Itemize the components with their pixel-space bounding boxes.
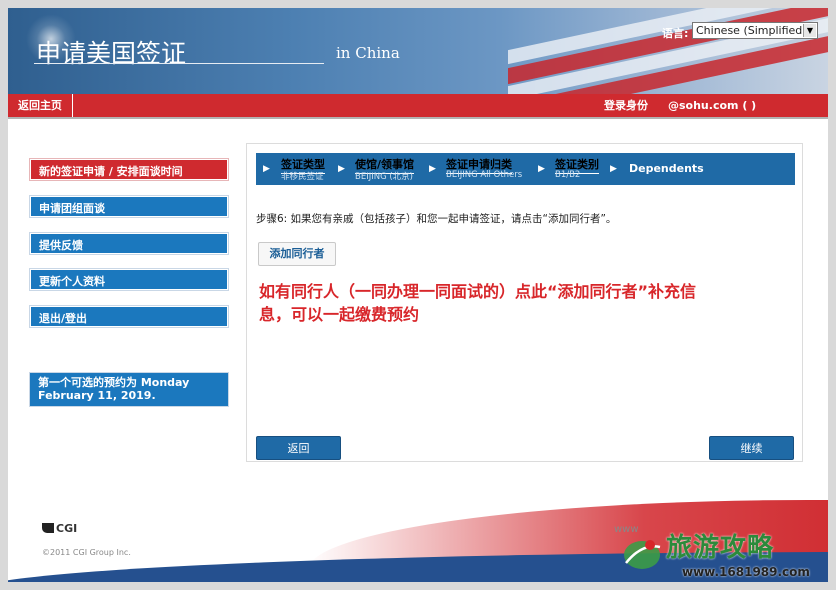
back-button[interactable]: 返回 <box>256 436 341 460</box>
page-frame: 申请美国签证 in China 语言: Chinese (Simplified)… <box>8 8 828 582</box>
sidebar-item-group-interview[interactable]: 申请团组面谈 <box>30 196 228 217</box>
watermark: 旅游攻略 www.1681989.com <box>618 525 828 582</box>
language-selected-value: Chinese (Simplified) <box>696 24 807 37</box>
step-progress-bar: ▶ 签证类型 非移民签证 ▶ 使馆/领事馆 BEIJING (北京) ▶ 签证申… <box>256 153 795 185</box>
chevron-right-icon: ▶ <box>610 164 617 174</box>
language-label: 语言: <box>662 27 689 40</box>
sidebar-item-update-profile[interactable]: 更新个人资料 <box>30 269 228 290</box>
chevron-right-icon: ▶ <box>538 164 545 174</box>
annotation-text: 如有同行人（一同办理一同面试的）点此“添加同行者”补充信息，可以一起缴费预约 <box>259 282 697 324</box>
leaf-logo-icon <box>624 540 661 569</box>
page-title-suffix: in China <box>336 44 400 62</box>
language-select[interactable]: Chinese (Simplified) ▼ <box>692 22 818 39</box>
sidebar-item-new-application[interactable]: 新的签证申请 / 安排面谈时间 <box>30 159 228 180</box>
main-panel: ▶ 签证类型 非移民签证 ▶ 使馆/领事馆 BEIJING (北京) ▶ 签证申… <box>246 143 803 462</box>
login-value: @sohu.com ( ) <box>668 99 757 112</box>
step-instruction: 步骤6: 如果您有亲戚（包括孩子）和您一起申请签证，请点击“添加同行者”。 <box>256 213 617 225</box>
header-banner: 申请美国签证 in China 语言: Chinese (Simplified)… <box>8 8 828 94</box>
sidebar-item-feedback[interactable]: 提供反馈 <box>30 233 228 254</box>
watermark-text: 旅游攻略 <box>666 533 775 563</box>
sidebar-item-logout[interactable]: 退出/登出 <box>30 306 228 327</box>
add-companion-button[interactable]: 添加同行者 <box>258 242 336 266</box>
home-link[interactable]: 返回主页 <box>8 94 73 117</box>
title-underline <box>34 63 324 64</box>
step-subtitle: B1/B2 <box>555 170 581 180</box>
page-title: 申请美国签证 <box>36 39 187 68</box>
cgi-logo-icon <box>42 523 54 533</box>
chevron-right-icon: ▶ <box>338 164 345 174</box>
chevron-right-icon: ▶ <box>263 164 270 174</box>
step-current: Dependents <box>629 162 704 175</box>
step-subtitle: BEIJING All Others <box>446 170 523 180</box>
cgi-logo: CGI <box>42 522 77 535</box>
chevron-down-icon[interactable]: ▼ <box>803 24 816 37</box>
top-nav-bar: 返回主页 登录身份 @sohu.com ( ) <box>8 94 828 119</box>
watermark-url: www.1681989.com <box>682 565 810 579</box>
continue-button[interactable]: 继续 <box>709 436 794 460</box>
login-label: 登录身份 <box>604 99 648 112</box>
appointment-note: 第一个可选的预约为 Monday February 11, 2019. <box>30 373 228 406</box>
chevron-right-icon: ▶ <box>429 164 436 174</box>
cgi-logo-text: CGI <box>56 522 78 535</box>
step-subtitle: BEIJING (北京) <box>355 172 414 182</box>
copyright-text: ©2011 CGI Group Inc. <box>42 548 131 557</box>
step-subtitle: 非移民签证 <box>281 172 324 182</box>
